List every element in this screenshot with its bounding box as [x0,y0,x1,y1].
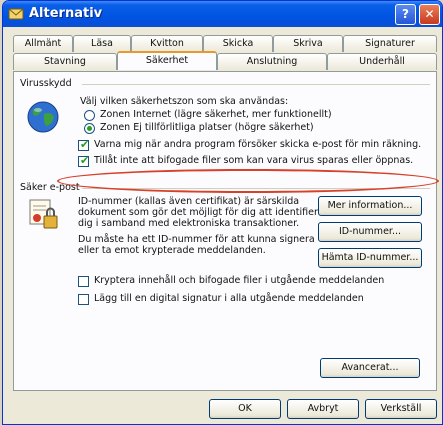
block-attachments-checkbox[interactable]: ✔ [78,154,90,167]
security-panel: Virusskydd Välj vilken säkerhetszon som … [13,71,437,391]
advanced-button[interactable]: Avancerat... [320,358,420,378]
apply-button[interactable]: Verkställ [365,399,437,419]
sign-checkbox[interactable] [78,294,89,305]
check-icon: ✔ [80,138,90,151]
more-info-button[interactable]: Mer information... [318,196,422,216]
certificate-lock-icon [28,198,60,235]
tab-allmant[interactable]: Allmänt [13,35,73,52]
tab-sakerhet[interactable]: Säkerhet [117,51,217,70]
virus-group-heading: Virusskydd [20,78,72,89]
zone-prompt: Välj vilken säkerhetszon som ska använda… [80,96,289,107]
zone-internet-label[interactable]: Zonen Internet (lägre säkerhet, mer funk… [100,109,332,120]
id-number-button[interactable]: ID-nummer... [318,222,422,242]
title-bar[interactable]: Alternativ ? ✕ [3,1,442,27]
get-id-button[interactable]: Hämta ID-nummer... [318,248,422,268]
radio-selected-dot [87,126,92,131]
encrypt-checkbox[interactable] [78,276,89,287]
tab-skicka[interactable]: Skicka [203,35,273,52]
warn-label[interactable]: Varna mig när andra program försöker ski… [94,139,421,150]
warn-checkbox[interactable]: ✔ [78,138,90,151]
window-title: Alternativ [29,6,103,21]
tab-signaturer[interactable]: Signaturer [343,35,437,52]
id-desc-line-1: ID-nummer (kallas även certifikat) är sä… [78,196,300,207]
cancel-button[interactable]: Avbryt [287,399,359,419]
id-desc-line-4: Du måste ha ett ID-nummer för att kunna … [78,234,315,245]
ok-button[interactable]: OK [209,399,281,419]
group-divider [82,84,430,85]
globe-icon [26,100,60,137]
sign-label[interactable]: Lägg till en digital signatur i alla utg… [94,293,364,304]
tab-anslutning[interactable]: Anslutning [217,53,327,70]
close-button[interactable]: ✕ [419,4,440,25]
tab-skriva[interactable]: Skriva [273,35,343,52]
tab-kvitton[interactable]: Kvitton [131,35,203,52]
id-desc-line-2: dokument som gör det möjligt för dig att… [78,207,324,218]
id-desc-line-5: eller ta emot krypterade meddelanden. [78,245,266,256]
id-desc-line-3: dig i samband med elektroniska transakti… [78,218,300,229]
check-icon: ✔ [80,154,90,167]
block-attachments-label[interactable]: Tillåt inte att bifogade filer som kan v… [94,155,413,166]
encrypt-label[interactable]: Kryptera innehåll och bifogade filer i u… [94,275,384,286]
zone-restricted-radio[interactable] [84,123,95,134]
group-divider [82,188,430,189]
options-dialog: Alternativ ? ✕ Allmänt Läsa Kvitton Skic… [2,0,443,425]
outlook-icon [8,6,24,26]
help-button[interactable]: ? [395,4,416,25]
zone-restricted-label[interactable]: Zonen Ej tillförlitliga platser (högre s… [100,122,314,133]
tab-stavning[interactable]: Stavning [13,53,117,70]
tab-lasa[interactable]: Läsa [73,35,131,52]
tab-underhall[interactable]: Underhåll [327,53,437,70]
secure-mail-heading: Säker e-post [20,182,80,193]
zone-internet-radio[interactable] [84,110,95,121]
